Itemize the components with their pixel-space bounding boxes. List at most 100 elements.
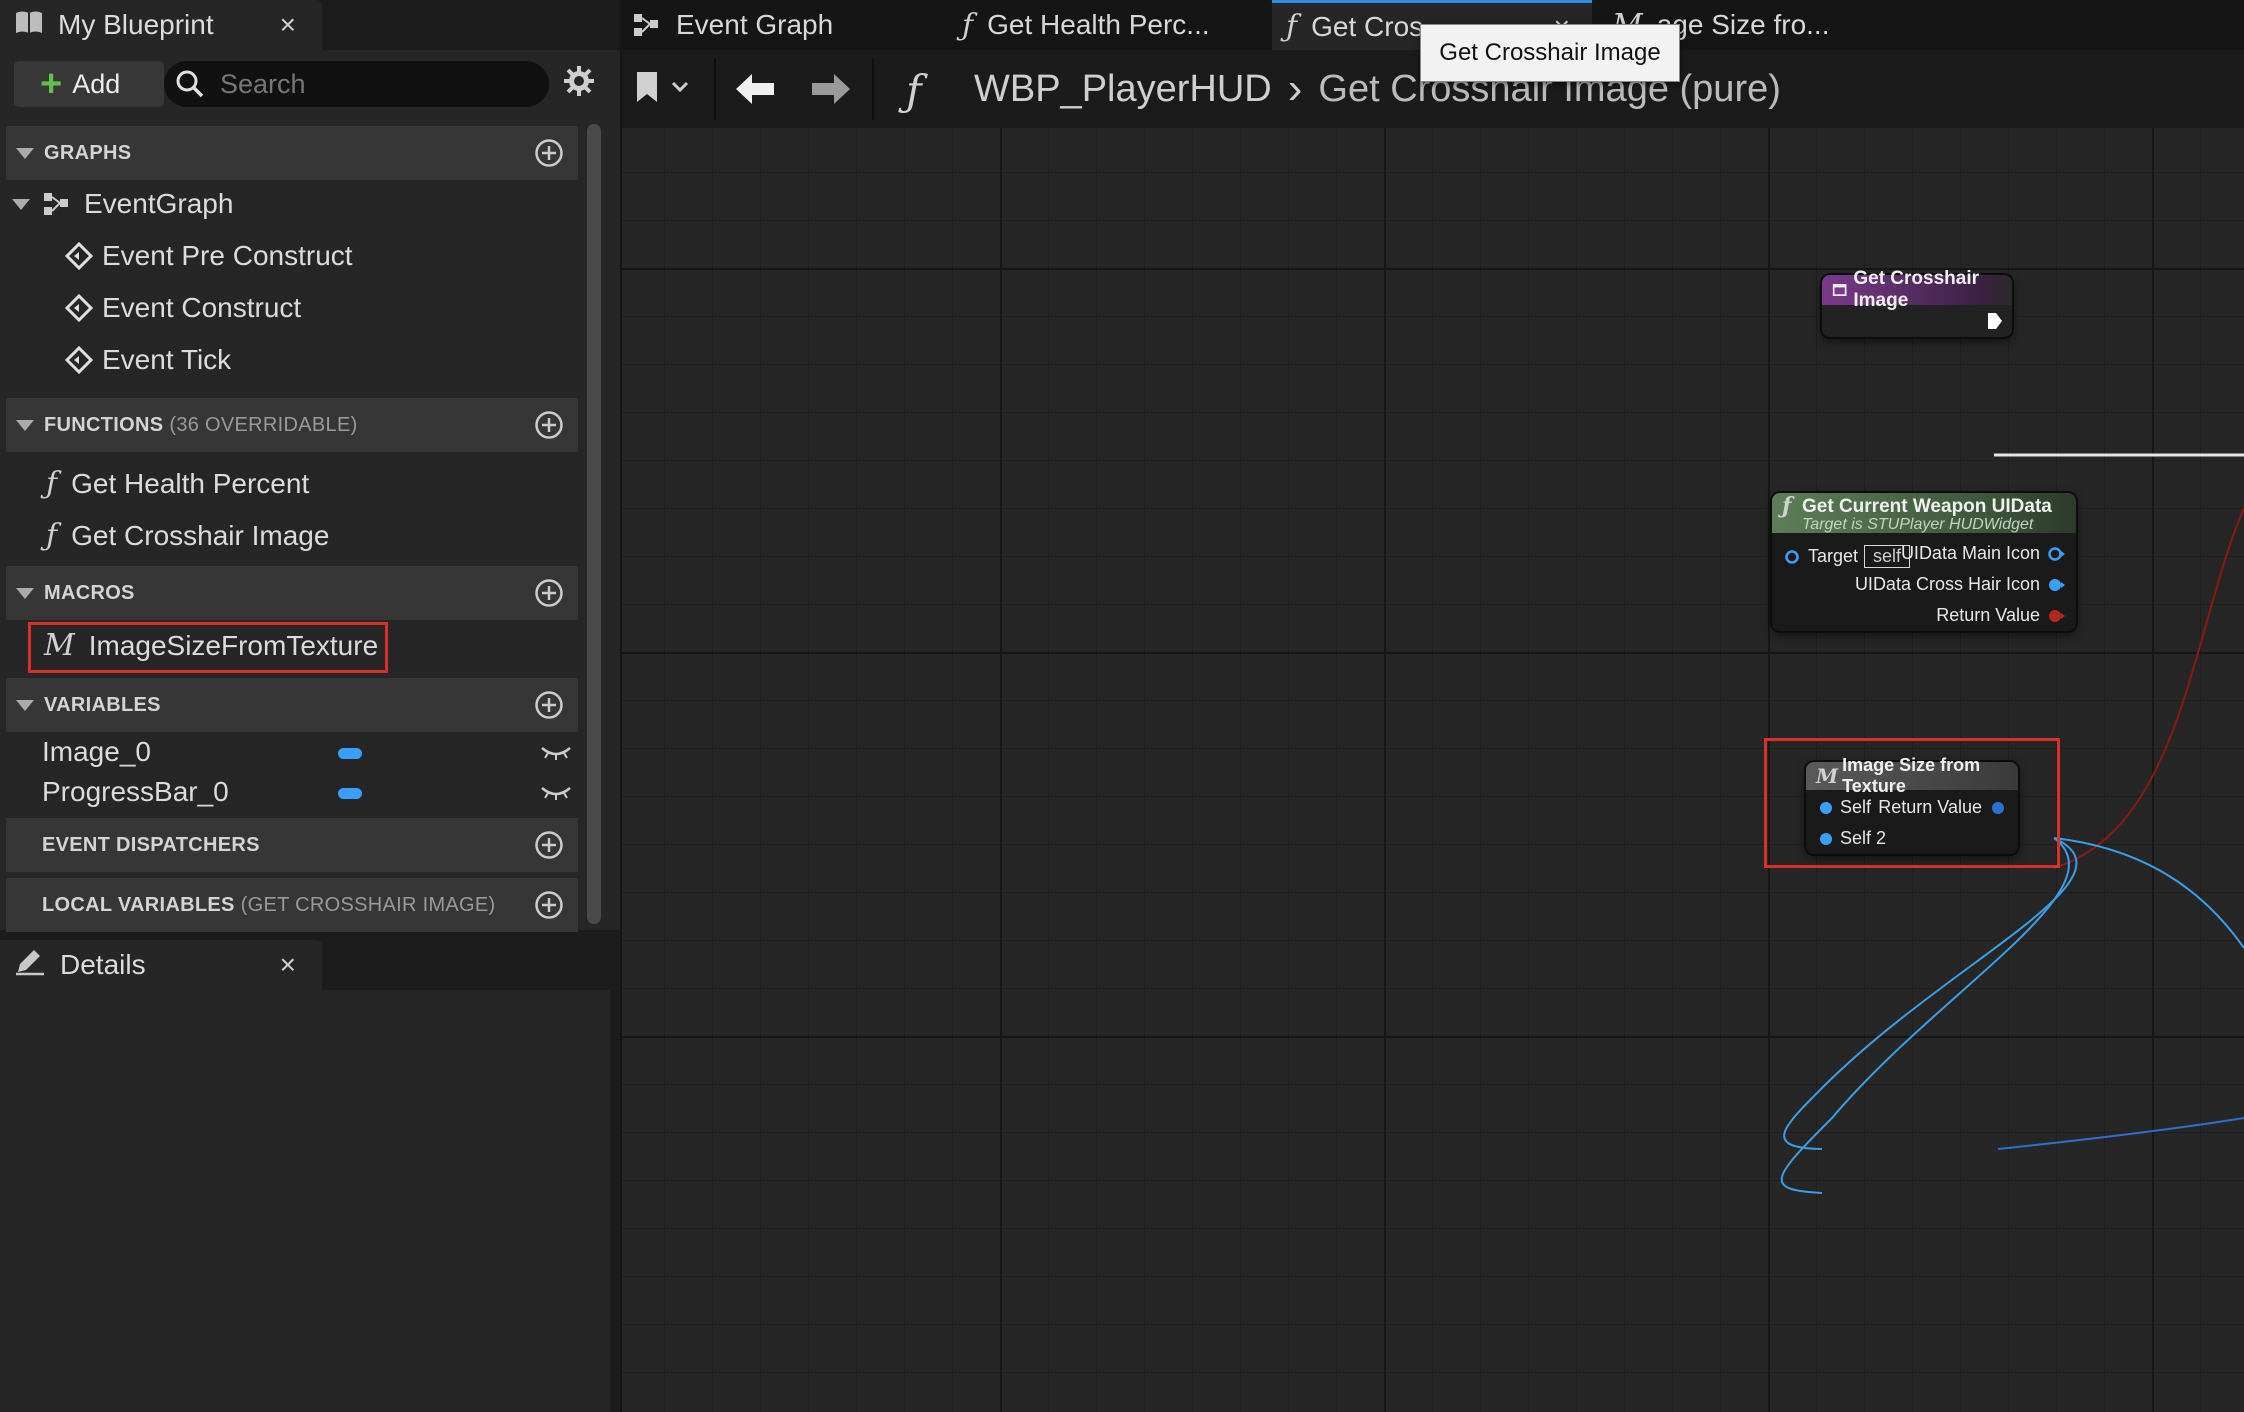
- variable-label: Image_0: [42, 736, 151, 767]
- add-dispatcher-icon[interactable]: [534, 830, 564, 860]
- input-pin-label: Self 2: [1840, 828, 1887, 848]
- close-icon[interactable]: ×: [280, 949, 296, 981]
- image-size-macro-node[interactable]: M Image Size from Texture Self Self 2 Re…: [1806, 755, 2018, 854]
- tab-event-graph[interactable]: Event Graph: [622, 0, 922, 50]
- output-pin-row[interactable]: UIData Main Icon: [1901, 543, 2066, 564]
- close-icon[interactable]: ×: [280, 9, 296, 41]
- plus-icon: +: [40, 63, 63, 105]
- section-local-vars-sub: (GET CROSSHAIR IMAGE): [240, 893, 496, 916]
- event-graph-icon: [44, 193, 68, 215]
- search-placeholder: Search: [220, 68, 306, 99]
- function-icon: ƒ: [46, 518, 58, 553]
- function-icon: ƒ: [46, 466, 58, 501]
- section-event-dispatchers[interactable]: EVENT DISPATCHERS: [6, 818, 578, 872]
- variable-type-pill-icon: [338, 788, 362, 799]
- event-graph-icon: [634, 14, 658, 36]
- tree-item-event[interactable]: Event Tick: [64, 344, 231, 376]
- input-pin-row[interactable]: Self 2: [1818, 828, 1886, 849]
- exec-pin-icon[interactable]: [1986, 311, 2004, 331]
- back-arrow-icon[interactable]: [734, 72, 776, 106]
- tree-item-event[interactable]: Event Pre Construct: [64, 240, 353, 272]
- object-pin-icon: [2048, 546, 2065, 561]
- breadcrumb-blueprint[interactable]: WBP_PlayerHUD: [974, 68, 1272, 111]
- visibility-eye-icon[interactable]: [540, 782, 572, 802]
- entry-node[interactable]: Get Crosshair Image: [1822, 268, 2012, 337]
- forward-arrow-icon[interactable]: [810, 72, 852, 106]
- entry-node-title: Get Crosshair Image: [1853, 268, 1980, 311]
- event-label: Event Construct: [102, 292, 302, 323]
- section-local-vars-label: LOCAL VARIABLES: [42, 893, 235, 916]
- section-functions-label: FUNCTIONS: [44, 413, 164, 436]
- output-pin-row[interactable]: Return Value: [1878, 797, 2006, 818]
- add-graph-icon[interactable]: [534, 138, 564, 168]
- output-pin-label: UIData Main Icon: [1900, 543, 2040, 563]
- tree-item-event[interactable]: Event Construct: [64, 292, 301, 324]
- panel-scrollbar[interactable]: [587, 124, 601, 924]
- variable-label: ProgressBar_0: [42, 776, 229, 807]
- visibility-eye-icon[interactable]: [540, 742, 572, 762]
- function-icon: ƒ: [1782, 493, 1792, 519]
- collapse-arrow-icon: [16, 147, 34, 159]
- weapon-node-title: Get Current Weapon UIData: [1802, 496, 2052, 517]
- bookmark-dropdown[interactable]: [634, 70, 690, 104]
- gear-icon[interactable]: [562, 64, 596, 98]
- add-button[interactable]: + Add: [14, 61, 164, 107]
- add-function-icon[interactable]: [534, 410, 564, 440]
- input-pin-row[interactable]: Self: [1818, 797, 1871, 818]
- weapon-node-header: ƒ Get Current Weapon UIData Target is ST…: [1772, 493, 2076, 533]
- target-pin-row[interactable]: Target self: [1784, 545, 1911, 568]
- tree-item-function[interactable]: ƒ Get Health Percent: [46, 466, 309, 501]
- event-diamond-icon: [64, 293, 94, 323]
- add-variable-icon[interactable]: [534, 690, 564, 720]
- graph-canvas[interactable]: Get Crosshair Image ƒ Get Current Weapon…: [622, 128, 2244, 1412]
- tree-item-function[interactable]: ƒ Get Crosshair Image: [46, 518, 329, 553]
- tab-tooltip: Get Crosshair Image: [1420, 24, 1680, 82]
- add-local-variable-icon[interactable]: [534, 890, 564, 920]
- collapse-arrow-icon: [16, 419, 34, 431]
- add-macro-icon[interactable]: [534, 578, 564, 608]
- output-pin-label: Return Value: [1878, 797, 1982, 817]
- section-functions[interactable]: FUNCTIONS (36 OVERRIDABLE): [6, 398, 578, 452]
- details-tab[interactable]: Details ×: [0, 940, 322, 990]
- function-icon: ƒ: [962, 7, 974, 43]
- tree-item-variable[interactable]: ProgressBar_0: [42, 776, 572, 808]
- object-wire: [1780, 837, 2070, 1194]
- section-variables-label: VARIABLES: [44, 693, 161, 716]
- search-input[interactable]: Search: [164, 61, 549, 107]
- macro-icon: M: [1816, 764, 1839, 788]
- output-pin-row[interactable]: UIData Cross Hair Icon: [1855, 574, 2066, 595]
- section-dispatchers-label: EVENT DISPATCHERS: [42, 833, 260, 856]
- event-label: Event Tick: [102, 344, 232, 375]
- object-pin-icon: [1992, 801, 2004, 814]
- section-variables[interactable]: VARIABLES: [6, 678, 578, 732]
- macro-node-header: M Image Size from Texture: [1806, 755, 2018, 796]
- tab-get-health-percent[interactable]: ƒ Get Health Perc...: [952, 0, 1272, 50]
- eventgraph-label: EventGraph: [84, 188, 234, 219]
- pencil-icon: [14, 948, 46, 983]
- event-diamond-icon: [64, 241, 94, 271]
- tree-item-variable[interactable]: Image_0: [42, 736, 572, 768]
- tree-item-eventgraph[interactable]: EventGraph: [12, 188, 233, 220]
- target-pin-label: Target: [1808, 546, 1859, 566]
- details-title: Details: [60, 949, 146, 980]
- section-macros[interactable]: MACROS: [6, 566, 578, 620]
- my-blueprint-tab[interactable]: My Blueprint ×: [0, 0, 322, 50]
- chevron-down-icon: [671, 81, 689, 93]
- output-pin-row[interactable]: Return Value: [1936, 605, 2066, 626]
- function-label: Get Health Percent: [71, 467, 310, 499]
- bookmark-icon: [637, 72, 657, 102]
- section-functions-sub: (36 OVERRIDABLE): [169, 413, 358, 436]
- weapon-uidata-node[interactable]: ƒ Get Current Weapon UIData Target is ST…: [1772, 493, 2076, 631]
- tab-label: Get Health Perc...: [987, 9, 1210, 40]
- event-diamond-icon: [64, 345, 94, 375]
- section-local-variables[interactable]: LOCAL VARIABLES (GET CROSSHAIR IMAGE): [6, 878, 578, 932]
- collapse-arrow-icon: [16, 587, 34, 599]
- section-graphs[interactable]: GRAPHS: [6, 126, 578, 180]
- function-entry-icon: [1832, 284, 1847, 296]
- input-pin-label: Self: [1840, 797, 1872, 817]
- function-label: Get Crosshair Image: [71, 519, 330, 551]
- tree-item-macro[interactable]: M ImageSizeFromTexture: [44, 628, 378, 663]
- tab-label: Event Graph: [676, 9, 834, 40]
- entry-node-header: Get Crosshair Image: [1822, 268, 2012, 311]
- object-pin-icon: [1785, 549, 1799, 564]
